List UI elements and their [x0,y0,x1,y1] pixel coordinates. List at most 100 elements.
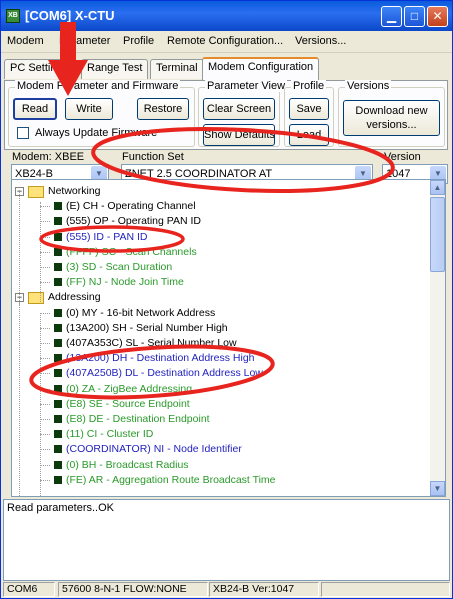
scroll-up-icon[interactable]: ▲ [430,180,445,195]
scroll-thumb[interactable] [430,197,445,272]
minimize-icon[interactable]: ▁ [381,6,402,27]
tree-param-row[interactable]: (E8) SE - Source Endpoint [12,397,430,412]
tree-param-label: (FFFF) SC - Scan Channels [66,245,197,258]
parameter-icon [54,354,62,363]
always-update-firmware-checkbox[interactable] [17,127,29,139]
profile-group-title: Profile [291,80,327,92]
parameter-view-group-title: Parameter View [205,80,288,92]
tab-range-test[interactable]: Range Test [81,59,149,79]
tree-param-row[interactable]: (0) BH - Broadcast Radius [12,458,430,473]
parameter-icon [54,202,62,211]
tree-param-row[interactable]: (FE) AR - Aggregation Route Broadcast Ti… [12,473,430,488]
menu-modem[interactable]: Modem [7,35,44,47]
menu-bar: Modem Parameter Profile Remote Configura… [1,31,452,53]
tree-connector [40,236,50,238]
parameter-icon [54,369,62,378]
tree-connector [40,403,50,405]
status-settings: 57600 8-N-1 FLOW:NONE [58,582,208,597]
tree-connector [40,419,50,420]
tree-scrollbar[interactable]: ▲ ▼ [430,180,445,496]
modem-config-panel: Modem Parameter and Firmware Read Write … [4,80,448,150]
status-bar: COM6 57600 8-N-1 FLOW:NONE XB24-B Ver:10… [1,581,452,598]
tree-param-label: (3) SD - Scan Duration [66,261,173,273]
tree-param-label: (E8) DE - Destination Endpoint [66,413,210,425]
tree-param-row[interactable]: (FFFF) SC - Scan Channels [12,245,430,260]
write-button[interactable]: Write [65,98,113,120]
tree-connector [40,202,41,302]
parameter-tree: − Networking (E) CH - Operating Channel (55… [11,179,446,497]
parameter-view-group: Parameter View Clear Screen Show Default… [198,80,288,147]
tree-folder[interactable]: − Addressing [12,290,430,305]
log-text: Read parameters..OK [7,502,114,514]
tree-connector [40,373,50,375]
tab-strip: PC Settings Range Test Terminal Modem Co… [1,53,452,81]
scroll-down-icon[interactable]: ▼ [430,481,445,496]
status-port: COM6 [3,582,55,597]
tree-folder[interactable]: − Networking [12,184,430,199]
tree-param-label: (13A200) SH - Serial Number High [66,321,228,334]
tree-param-row[interactable]: (407A250B) DL - Destination Address Low [12,366,430,381]
tree-param-row[interactable]: (13A200) DH - Destination Address High [12,351,430,366]
menu-versions[interactable]: Versions... [295,35,346,47]
tree-param-label: (0) BH - Broadcast Radius [66,458,189,471]
profile-group: Profile Save Load [284,80,334,147]
tree-connector [40,449,50,451]
tree-param-row[interactable]: (555) OP - Operating PAN ID [12,214,430,229]
tree-param-row[interactable]: (11) CI - Cluster ID [12,427,430,442]
save-button[interactable]: Save [289,98,329,120]
tree-connector [19,190,20,305]
tree-connector [19,302,20,496]
tree-connector [40,358,50,360]
tab-terminal[interactable]: Terminal [150,59,204,79]
tree-param-label: (11) CI - Cluster ID [66,428,154,441]
parameter-icon [54,384,62,393]
menu-profile[interactable]: Profile [123,35,154,47]
log-output: Read parameters..OK [3,499,450,581]
parameter-icon [54,278,62,287]
tree-connector [40,206,50,208]
tree-connector [40,267,50,268]
tree-param-row[interactable]: (407A353C) SL - Serial Number Low [12,336,430,351]
menu-remote-configuration[interactable]: Remote Configuration... [167,35,283,47]
parameter-icon [54,460,62,469]
parameter-icon [54,399,62,408]
show-defaults-button[interactable]: Show Defaults [203,124,275,146]
tab-pc-settings[interactable]: PC Settings [4,59,75,79]
tree-param-row[interactable]: (3) SD - Scan Duration [12,260,430,275]
tree-param-row[interactable]: (E) CH - Operating Channel [12,199,430,214]
tree-param-row[interactable]: (555) ID - PAN ID [12,230,430,245]
tree-param-row[interactable]: (FF) NJ - Node Join Time [12,275,430,290]
versions-group: Versions Download new versions... [338,80,445,147]
read-button[interactable]: Read [13,98,57,120]
tree-connector [40,327,50,329]
tree-param-label: (555) OP - Operating PAN ID [66,215,201,228]
tree-param-label: (0) MY - 16-bit Network Address [66,306,216,319]
window-title: [COM6] X-CTU [25,8,115,23]
modem-parameter-group: Modem Parameter and Firmware Read Write … [8,80,195,147]
parameter-icon [54,263,62,271]
tree-connector [40,343,50,344]
parameter-icon [54,445,62,454]
folder-icon [28,186,44,198]
tree-connector [40,282,50,284]
load-button[interactable]: Load [289,124,329,146]
tree-param-row[interactable]: (E8) DE - Destination Endpoint [12,412,430,427]
tree-param-row[interactable]: (13A200) SH - Serial Number High [12,321,430,336]
clear-screen-button[interactable]: Clear Screen [203,98,275,120]
tab-modem-configuration[interactable]: Modem Configuration [202,57,320,80]
menu-parameter[interactable]: Parameter [59,35,110,47]
function-set-label: Function Set [122,151,184,163]
tree-param-label: (FE) AR - Aggregation Route Broadcast Ti… [66,473,276,486]
tree-folder-label: Addressing [48,291,101,304]
maximize-icon[interactable]: □ [404,6,425,27]
restore-button[interactable]: Restore [137,98,189,120]
close-icon[interactable]: ✕ [427,6,448,27]
folder-icon [28,292,44,305]
xctu-window: XB [COM6] X-CTU ▁ □ ✕ Modem Parameter Pr… [0,0,453,599]
tree-param-row[interactable]: (COORDINATOR) NI - Node Identifier [12,442,430,457]
download-new-versions-button[interactable]: Download new versions... [343,100,440,136]
tree-param-label: (E8) SE - Source Endpoint [66,397,190,410]
tree-connector [40,434,50,436]
tree-param-row[interactable]: (0) MY - 16-bit Network Address [12,306,430,321]
tree-param-row[interactable]: (0) ZA - ZigBee Addressing [12,382,430,397]
